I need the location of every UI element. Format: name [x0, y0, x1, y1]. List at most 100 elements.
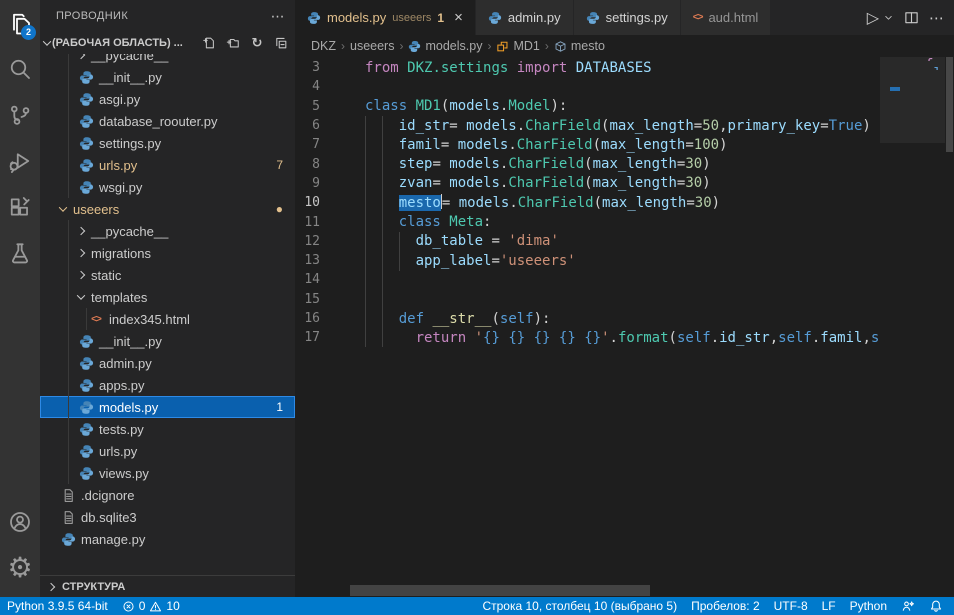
tab-models.py[interactable]: models.pyuseeers1×: [295, 0, 476, 35]
vertical-scrollbar[interactable]: [945, 57, 954, 597]
breadcrumb-mesto[interactable]: mesto: [554, 39, 605, 53]
search-icon: [8, 57, 32, 81]
outline-section-header[interactable]: СТРУКТУРА: [40, 575, 295, 597]
tab-aud.html[interactable]: <>aud.html: [681, 0, 772, 35]
line-number: 10: [295, 195, 320, 210]
account-icon: [8, 510, 32, 534]
python-icon: [79, 70, 94, 85]
horizontal-scrollbar[interactable]: [350, 585, 650, 596]
tree-item-views.py[interactable]: views.py: [40, 462, 295, 484]
line-number: 17: [295, 330, 320, 345]
chevron-down-icon: [59, 203, 67, 211]
code-token: {}: [559, 330, 576, 346]
activity-search[interactable]: [0, 46, 40, 92]
line-number: 14: [295, 272, 320, 287]
tree-item-asgi.py[interactable]: asgi.py: [40, 88, 295, 110]
views-more-icon[interactable]: ⋯: [271, 8, 285, 25]
split-editor-button[interactable]: [904, 10, 919, 25]
tab-label: settings.py: [606, 10, 668, 25]
tree-item-label: useeers: [73, 202, 119, 217]
sidebar-header: ПРОВОДНИК ⋯: [40, 0, 295, 32]
activity-settings-gear[interactable]: ⚙: [0, 545, 40, 591]
new-folder-button[interactable]: [225, 35, 241, 51]
tab-description: useeers: [392, 12, 431, 24]
code-editor[interactable]: 3from DKZ.settings import DATABASES45cla…: [295, 57, 954, 597]
status-language-mode[interactable]: Python: [843, 597, 894, 615]
code-token: {}: [534, 330, 551, 346]
code-token: (: [584, 175, 592, 191]
breadcrumb-label: models.py: [425, 39, 482, 53]
tree-item-models.py[interactable]: models.py1: [40, 396, 295, 418]
collapse-all-button[interactable]: [273, 35, 289, 51]
tree-item-database_roouter.py[interactable]: database_roouter.py: [40, 110, 295, 132]
tree-item-apps.py[interactable]: apps.py: [40, 374, 295, 396]
tree-item-db.sqlite3[interactable]: db.sqlite3: [40, 506, 295, 528]
breadcrumb-useeers[interactable]: useeers: [350, 39, 394, 53]
tree-item-wsgi.py[interactable]: wsgi.py: [40, 176, 295, 198]
code-token: ): [702, 175, 710, 191]
activity-run-debug[interactable]: [0, 138, 40, 184]
code-token: Meta: [449, 214, 483, 230]
tree-item-admin.py[interactable]: admin.py: [40, 352, 295, 374]
activity-explorer[interactable]: 2: [0, 0, 40, 46]
tree-item-label: __init__.py: [99, 334, 162, 349]
status-feedback[interactable]: [894, 597, 922, 615]
tree-item-urls.py[interactable]: urls.py7: [40, 154, 295, 176]
error-count: 0: [139, 599, 146, 613]
code-token: =: [491, 253, 499, 269]
code-token: max_length: [593, 156, 677, 172]
activity-account[interactable]: [0, 499, 40, 545]
tree-item-__init__.py[interactable]: __init__.py: [40, 330, 295, 352]
python-icon: [79, 356, 94, 371]
activity-extensions[interactable]: [0, 184, 40, 230]
tree-item-static[interactable]: static: [40, 264, 295, 286]
tree-item-__pycache__[interactable]: __pycache__: [40, 220, 295, 242]
code-token: import: [517, 60, 576, 76]
python-icon: [79, 444, 94, 459]
file-icon: [61, 510, 76, 525]
breadcrumb-DKZ[interactable]: DKZ: [311, 39, 336, 53]
status-encoding[interactable]: UTF-8: [767, 597, 815, 615]
status-cursor-position[interactable]: Строка 10, столбец 10 (выбрано 5): [475, 597, 684, 615]
workspace-section-header[interactable]: (РАБОЧАЯ ОБЛАСТЬ) ... ↻: [40, 32, 295, 54]
tree-item-__init__.py[interactable]: __init__.py: [40, 66, 295, 88]
status-problems[interactable]: 010: [115, 597, 187, 615]
more-actions-button[interactable]: ⋯: [929, 9, 944, 27]
code-token: ):: [534, 311, 551, 327]
tree-item-settings.py[interactable]: settings.py: [40, 132, 295, 154]
run-dropdown-button[interactable]: [883, 12, 894, 23]
tree-item-.dcignore[interactable]: .dcignore: [40, 484, 295, 506]
close-icon[interactable]: ×: [454, 10, 463, 25]
code-token: ,: [719, 118, 727, 134]
activity-source-control[interactable]: [0, 92, 40, 138]
breadcrumb-MD1[interactable]: MD1: [496, 39, 539, 53]
minimap[interactable]: from DKZ.settings import DATABASESclass …: [880, 57, 945, 149]
run-python-file-button[interactable]: ▷: [867, 8, 879, 28]
status-python-interpreter[interactable]: Python 3.9.5 64-bit: [0, 597, 115, 615]
status-indentation[interactable]: Пробелов: 2: [684, 597, 767, 615]
vertical-scrollbar-slider[interactable]: [946, 57, 953, 152]
tree-item-useeers[interactable]: useeers●: [40, 198, 295, 220]
activity-testing[interactable]: [0, 230, 40, 276]
tab-admin.py[interactable]: admin.py: [476, 0, 574, 35]
status-eol[interactable]: LF: [815, 597, 843, 615]
tree-item-__pycache__[interactable]: __pycache__: [40, 54, 295, 66]
tree-item-templates[interactable]: templates: [40, 286, 295, 308]
code-token: CharField: [508, 175, 584, 191]
status-notifications[interactable]: [922, 597, 950, 615]
tree-item-migrations[interactable]: migrations: [40, 242, 295, 264]
code-token: primary_key: [728, 118, 821, 134]
chevron-right-icon: [77, 271, 85, 279]
refresh-icon: ↻: [252, 35, 263, 51]
refresh-button[interactable]: ↻: [249, 35, 265, 51]
tree-item-tests.py[interactable]: tests.py: [40, 418, 295, 440]
tab-settings.py[interactable]: settings.py: [574, 0, 681, 35]
breadcrumb-models.py[interactable]: models.py: [408, 39, 482, 53]
status-left: Python 3.9.5 64-bit010: [0, 597, 187, 615]
tree-item-urls.py[interactable]: urls.py: [40, 440, 295, 462]
tree-item-manage.py[interactable]: manage.py: [40, 528, 295, 550]
settings-gear-icon: ⚙: [7, 554, 32, 582]
code-token: def: [399, 311, 433, 327]
tree-item-index345.html[interactable]: <>index345.html: [40, 308, 295, 330]
new-file-button[interactable]: [201, 35, 217, 51]
